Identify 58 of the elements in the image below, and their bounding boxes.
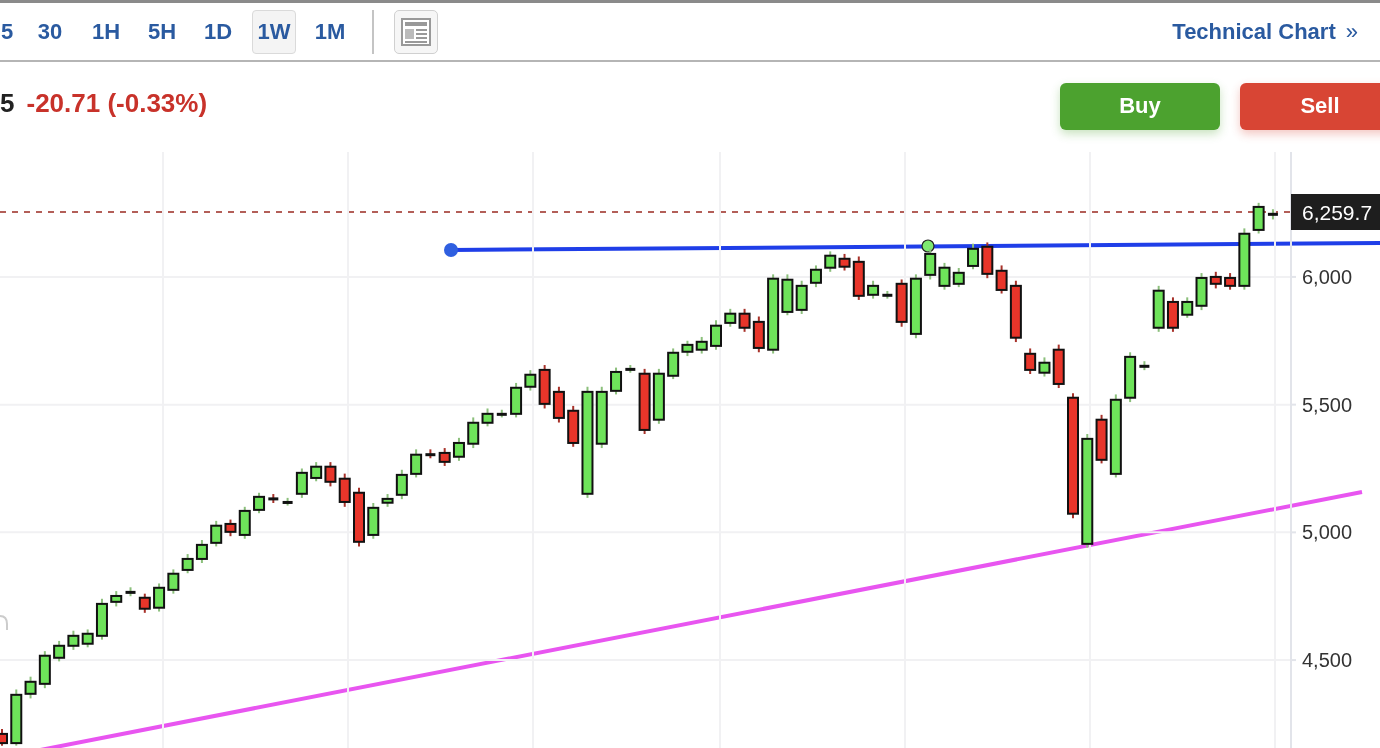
layout-toggle-button[interactable] bbox=[394, 9, 438, 54]
candle bbox=[710, 319, 722, 351]
candle bbox=[1267, 208, 1278, 221]
candle bbox=[909, 273, 922, 340]
candle bbox=[67, 629, 80, 651]
candle bbox=[1024, 347, 1037, 375]
timeframe-tab[interactable]: 30 bbox=[28, 9, 72, 54]
candle bbox=[724, 307, 737, 328]
price-value: 5 bbox=[0, 87, 15, 119]
candle bbox=[1139, 360, 1150, 372]
sell-button[interactable]: Sell bbox=[1240, 82, 1380, 130]
candle bbox=[410, 448, 423, 479]
candle bbox=[324, 461, 337, 488]
candle bbox=[924, 247, 937, 281]
candle bbox=[652, 367, 665, 425]
axis-label: 4,500 bbox=[1302, 649, 1353, 672]
candle bbox=[552, 385, 565, 424]
candle bbox=[338, 472, 351, 508]
candle bbox=[952, 266, 965, 289]
candle bbox=[1124, 351, 1137, 404]
candle bbox=[110, 590, 123, 608]
candle bbox=[452, 436, 465, 462]
axis-label: 5,000 bbox=[1302, 521, 1353, 544]
timeframe-tab[interactable]: 1H bbox=[84, 9, 128, 54]
candle bbox=[282, 496, 293, 507]
candle bbox=[0, 728, 8, 747]
candle bbox=[125, 586, 136, 598]
line-handle[interactable] bbox=[921, 239, 935, 253]
layout-icon bbox=[401, 17, 431, 46]
candle bbox=[938, 261, 951, 291]
candle bbox=[967, 242, 980, 271]
axis-label: 5,500 bbox=[1302, 393, 1353, 416]
technical-chart-link[interactable]: Technical Chart » bbox=[1172, 18, 1358, 45]
timeframe-tab[interactable]: 5 bbox=[0, 9, 12, 54]
candle bbox=[882, 289, 893, 300]
candle bbox=[695, 335, 708, 355]
last-price-tag: 6,259.7 bbox=[1291, 194, 1380, 230]
timeframe-tab[interactable]: 5H bbox=[140, 9, 184, 54]
bracket-mark bbox=[0, 615, 8, 631]
timeframe-tab[interactable]: 1W bbox=[252, 9, 296, 54]
candle bbox=[824, 250, 837, 273]
candle bbox=[268, 493, 279, 504]
candle bbox=[496, 408, 507, 419]
price-change: -20.71 (-0.33%) bbox=[26, 87, 208, 119]
axis-label: 6,000 bbox=[1302, 265, 1353, 288]
candle bbox=[895, 278, 908, 328]
candle bbox=[638, 367, 651, 435]
timeframe-tab[interactable]: 1M bbox=[308, 9, 352, 54]
candle bbox=[981, 241, 994, 280]
candle bbox=[53, 639, 66, 663]
line-handle[interactable] bbox=[444, 243, 458, 257]
candle bbox=[625, 364, 636, 374]
candle bbox=[353, 486, 365, 548]
timeframe-tab[interactable]: 1D bbox=[196, 9, 240, 54]
chevron-icon: » bbox=[1345, 18, 1358, 45]
candle bbox=[867, 279, 880, 300]
candle bbox=[425, 448, 436, 460]
candle bbox=[1152, 284, 1165, 333]
